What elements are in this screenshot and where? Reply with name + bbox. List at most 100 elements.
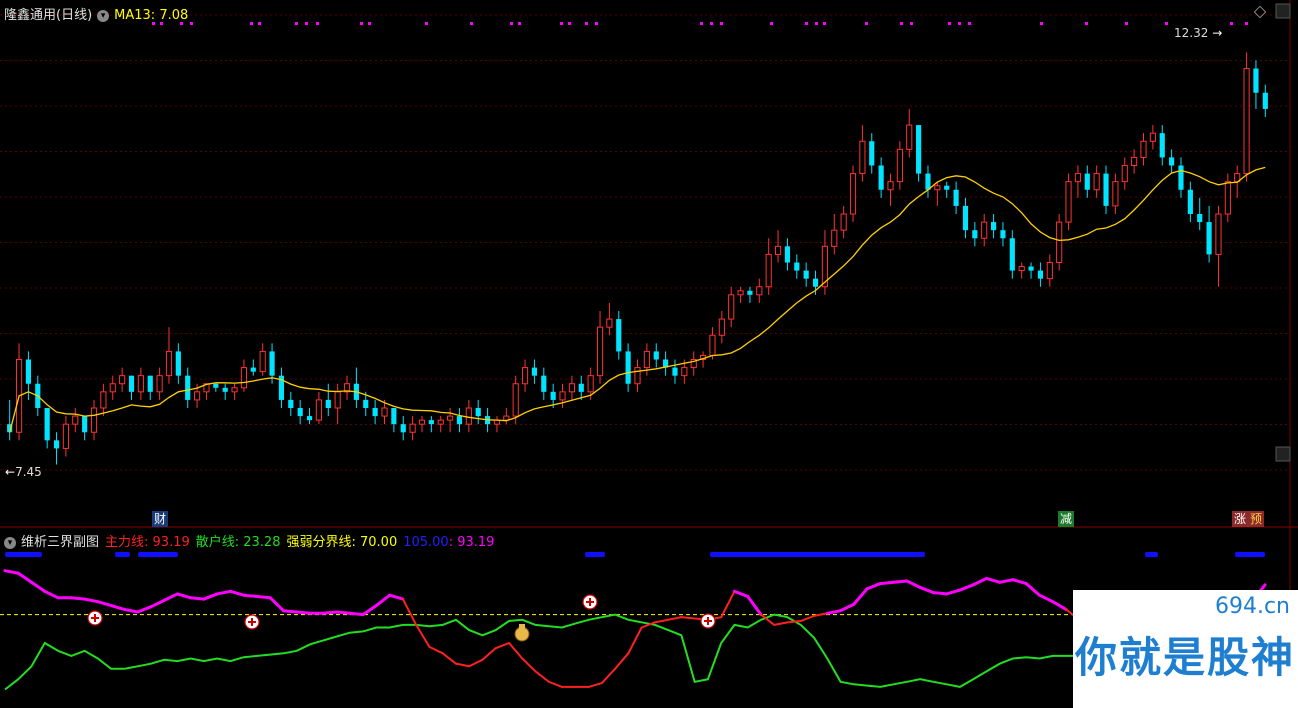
main-force-segment (508, 642, 524, 660)
main-force-segment (388, 593, 405, 601)
strength-bar (138, 552, 178, 557)
main-force-segment (335, 610, 352, 615)
watermark-slogan: 你就是股神 (1075, 633, 1296, 682)
main-force-segment (998, 578, 1015, 584)
main-force-segment (587, 682, 603, 688)
main-force-segment (720, 590, 736, 619)
current-value-label: : 93.19 (448, 535, 495, 550)
main-force-segment (878, 580, 896, 586)
main-force-segment (374, 593, 392, 608)
main-force-segment (892, 579, 909, 584)
main-force-segment (96, 600, 113, 608)
threshold-label: 强弱分界线: 70.00 (286, 535, 398, 550)
main-force-segment (242, 593, 259, 598)
main-force-segment (43, 589, 60, 600)
main-force-segment (189, 596, 206, 601)
main-force-segment (1051, 600, 1068, 611)
main-force-segment (521, 657, 537, 673)
main-force-segment (600, 667, 617, 685)
watermark: 694.cn 你就是股神 (1073, 590, 1298, 708)
main-force-segment (69, 596, 87, 601)
main-force-segment (481, 647, 497, 661)
main-force-segment (162, 592, 179, 602)
retail-label: 散户线: 23.28 (195, 535, 281, 550)
main-force-segment (454, 662, 471, 668)
main-force-segment (931, 591, 949, 596)
main-force-segment (268, 596, 286, 613)
main-force-segment (215, 589, 232, 596)
main-force-segment (30, 580, 47, 593)
main-force-label: 主力线: 93.19 (105, 535, 190, 550)
chevron-down-icon[interactable]: ▾ (4, 536, 16, 549)
main-force-segment (468, 658, 484, 668)
main-force-segment (401, 598, 418, 626)
strength-bar (115, 552, 130, 557)
main-force-segment (175, 592, 193, 600)
main-force-segment (109, 604, 126, 611)
strength-bar (5, 552, 42, 557)
money-bag-icon (514, 626, 530, 642)
main-force-segment (786, 620, 802, 624)
main-force-segment (1038, 593, 1055, 604)
main-force-segment (83, 597, 100, 604)
top-value-label: 105.00 (403, 535, 449, 550)
high-price-label: 12.32 → (1174, 26, 1223, 40)
main-force-segment (680, 616, 696, 620)
main-force-segment (122, 607, 140, 614)
main-force-segment (295, 610, 312, 615)
indicator-title[interactable]: 维析三界副图 (21, 535, 99, 550)
main-force-segment (905, 579, 922, 589)
main-force-segment (348, 611, 365, 617)
rise-marker[interactable]: 涨 (1232, 511, 1249, 527)
main-force-segment (149, 598, 166, 609)
main-force-segment (852, 587, 869, 606)
main-force-segment (984, 576, 1002, 584)
main-force-segment (773, 621, 789, 626)
main-force-segment (255, 595, 272, 600)
main-force-segment (136, 605, 153, 614)
finance-marker[interactable]: 财 (152, 511, 169, 527)
main-force-segment (971, 576, 988, 587)
main-force-segment (441, 652, 457, 665)
main-force-segment (321, 610, 339, 615)
main-force-segment (614, 652, 630, 670)
main-force-segment (746, 595, 763, 617)
chart-window[interactable]: 隆鑫通用(日线) ▾ MA13: 7.08 ▾ 维析三界副图 主力线: 93.19 散户线… (0, 0, 1298, 708)
main-force-segment (494, 642, 510, 650)
main-force-segment (825, 609, 843, 615)
main-force-segment (428, 645, 444, 655)
main-force-segment (653, 618, 670, 624)
main-force-segment (415, 623, 431, 648)
main-force-segment (1024, 582, 1042, 597)
symbol-title[interactable]: 隆鑫通用(日线) (4, 8, 92, 23)
main-force-segment (547, 680, 564, 688)
main-force-segment (534, 670, 550, 683)
main-force-segment (799, 614, 816, 623)
main-force-segment (732, 589, 750, 598)
main-force-segment (228, 589, 246, 597)
main-force-segment (3, 569, 20, 575)
main-force-segment (813, 612, 829, 617)
watermark-site: 694.cn (1214, 594, 1290, 619)
main-force-segment (945, 588, 962, 596)
strength-bar (1235, 552, 1265, 557)
main-force-segment (839, 602, 856, 613)
low-price-label: ←7.45 (5, 465, 42, 479)
reduce-marker[interactable]: 减 (1058, 511, 1075, 527)
main-force-segment (361, 604, 378, 617)
forecast-marker[interactable]: 预 (1248, 511, 1265, 527)
main-force-segment (16, 571, 34, 584)
indicator-header: ▾ 维析三界副图 主力线: 93.19 散户线: 23.28 强弱分界线: 70.00 1… (4, 531, 494, 550)
strength-bar (710, 552, 925, 557)
ma13-label: MA13: 7.08 (114, 8, 189, 23)
main-force-segment (918, 585, 935, 595)
main-force-segment (667, 616, 683, 621)
money-bag-icon (519, 624, 525, 628)
chevron-down-icon[interactable]: ▾ (97, 9, 110, 22)
strength-bar (1145, 552, 1158, 557)
main-force-segment (202, 592, 219, 601)
main-force-segment (282, 609, 299, 614)
strength-bar (585, 552, 605, 557)
main-force-segment (1011, 578, 1028, 586)
main-force-segment (958, 583, 975, 592)
